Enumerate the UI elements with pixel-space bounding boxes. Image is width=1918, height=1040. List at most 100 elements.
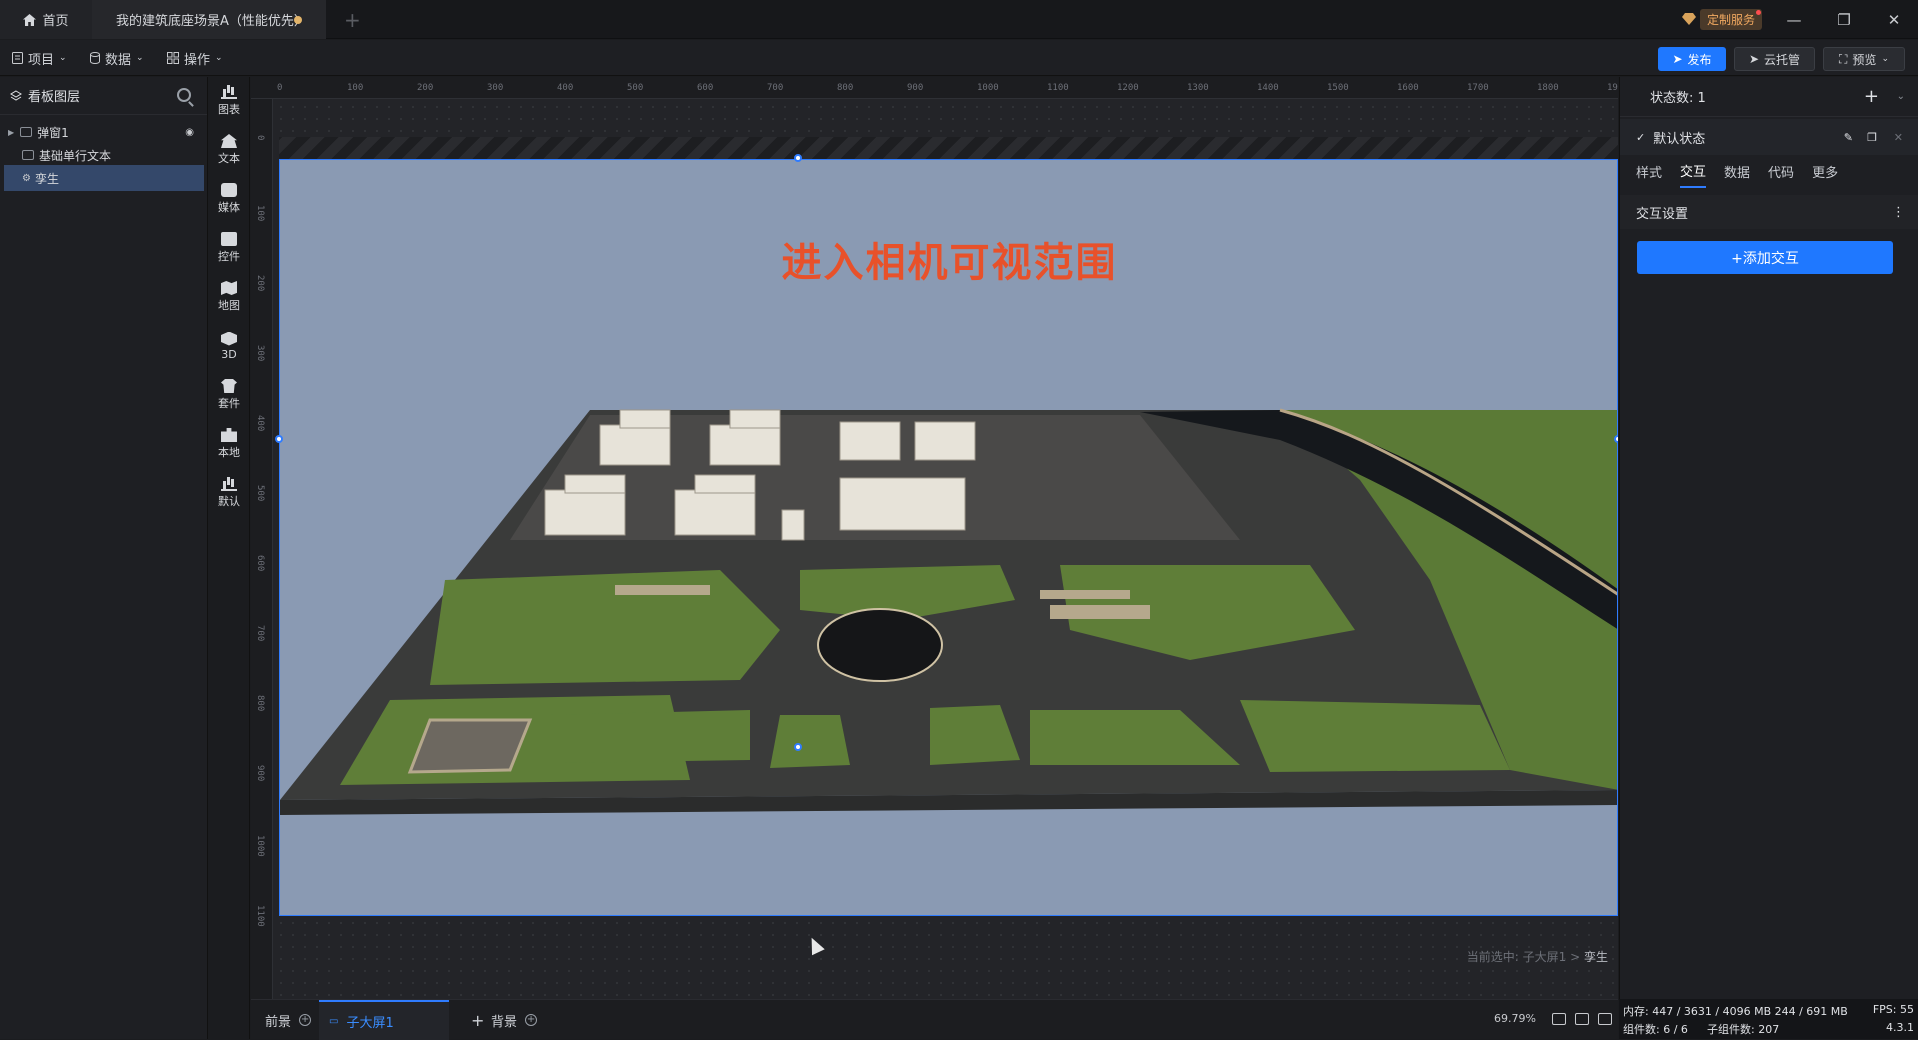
unsaved-dot-icon	[294, 16, 302, 24]
ruler-tick-label: 0	[255, 135, 265, 141]
publish-button[interactable]: ➤ 发布	[1658, 47, 1726, 71]
version-label: 4.3.1	[1886, 1021, 1914, 1034]
component-text-label: 文本	[218, 152, 240, 165]
toolbar: 项目 ⌄ 数据 ⌄ 操作 ⌄ ➤ 发布 ➤ 云托管 ⛶ 预览 ⌄	[0, 40, 1918, 76]
stage-canvas[interactable]: 进入相机可视范围	[279, 159, 1618, 916]
eye-icon[interactable]: ◉	[185, 127, 194, 138]
stage-title-text[interactable]: 进入相机可视范围	[280, 230, 1617, 288]
close-icon[interactable]: ✕	[1872, 0, 1916, 39]
ruler-tick-label: 100	[255, 205, 265, 222]
add-screen-plus-icon[interactable]: +	[471, 1000, 484, 1040]
menu-data[interactable]: 数据 ⌄	[90, 40, 144, 76]
tab-code[interactable]: 代码	[1768, 162, 1794, 187]
layer-label: 孪生	[34, 171, 59, 186]
component-kit-button[interactable]: 套件	[208, 371, 250, 419]
menu-project[interactable]: 项目 ⌄	[12, 40, 67, 76]
title-bar: 首页 我的建筑底座场景A（性能优先） + 定制服务 — ❐ ✕	[0, 0, 1918, 39]
tab-background[interactable]: 背景 +	[491, 1000, 538, 1040]
edit-icon[interactable]: ✎	[1844, 131, 1853, 144]
add-interaction-button[interactable]: +添加交互	[1637, 241, 1893, 274]
menu-operate-label: 操作	[184, 52, 211, 68]
ruler-tick-label: 1500	[1327, 83, 1349, 93]
component-text-button[interactable]: 文本	[208, 126, 250, 174]
ruler-vertical[interactable]: 0 100 200 300 400 500 600 700 800 900 1000 1100	[251, 99, 273, 999]
copy-icon[interactable]: ❐	[1867, 131, 1877, 144]
custom-service-button[interactable]: 定制服务	[1682, 8, 1763, 30]
component-control-button[interactable]: 控件	[208, 224, 250, 272]
resize-handle-bottom[interactable]	[794, 743, 802, 751]
ruler-tick-label: 1400	[1257, 83, 1279, 93]
canvas-area[interactable]: 0 100 200 300 400 500 600 700 800 900 1000 1100 1200…	[251, 77, 1618, 999]
add-circle-icon[interactable]: +	[299, 1014, 312, 1026]
menu-data-label: 数据	[105, 52, 132, 68]
chevron-down-icon[interactable]: ⌄	[1897, 91, 1905, 102]
more-vertical-icon[interactable]: ⋮	[1892, 205, 1905, 220]
database-icon	[90, 52, 100, 64]
fullscreen-icon: ⛶	[1839, 51, 1848, 66]
preview-button[interactable]: ⛶ 预览 ⌄	[1823, 47, 1905, 71]
fit-screen-icon[interactable]	[1552, 1013, 1566, 1025]
keyboard-icon[interactable]	[1575, 1013, 1589, 1025]
new-tab-plus-icon[interactable]: +	[344, 0, 361, 39]
twin-icon: ⚙	[22, 172, 31, 184]
ruler-horizontal[interactable]: 0 100 200 300 400 500 600 700 800 900 1000 1100 1200…	[251, 77, 1618, 99]
layer-label: 弹窗1	[37, 125, 69, 140]
ruler-tick-label: 600	[697, 83, 714, 93]
kit-icon	[221, 379, 237, 393]
tab-data[interactable]: 数据	[1724, 162, 1750, 187]
layer-tabs-bar: 前景 + ▭ 子大屏1 + 背景 + 69.79%	[251, 999, 1618, 1040]
properties-panel: 状态数: 1 + ⌄ ✓ 默认状态 ✎ ❐ ✕ 样式 交互 数据 代码 更多 交…	[1619, 77, 1918, 999]
publish-label: 发布	[1687, 52, 1712, 67]
default-chart-icon	[221, 477, 237, 491]
tab-style[interactable]: 样式	[1636, 162, 1662, 187]
check-icon: ✓	[1636, 130, 1646, 144]
add-state-plus-icon[interactable]: +	[1864, 86, 1879, 107]
gem-icon	[1682, 13, 1696, 25]
ruler-tick-label: 1000	[255, 835, 265, 857]
ruler-tick-label: 200	[417, 83, 434, 93]
minimize-icon[interactable]: —	[1772, 0, 1816, 39]
cloud-host-button[interactable]: ➤ 云托管	[1734, 47, 1815, 71]
cloud-host-label: 云托管	[1764, 52, 1801, 67]
send-icon: ➤	[1672, 52, 1683, 66]
layers-icon	[10, 89, 22, 101]
resize-handle-right[interactable]	[1614, 435, 1618, 443]
caret-right-icon[interactable]: ▶	[8, 128, 14, 137]
component-map-button[interactable]: 地图	[208, 273, 250, 321]
ruler-tick-label: 900	[255, 765, 265, 782]
component-default-button[interactable]: 默认	[208, 469, 250, 517]
add-interaction-label: +添加交互	[1731, 250, 1799, 267]
ruler-tick-label: 600	[255, 555, 265, 572]
ruler-tick-label: 800	[837, 83, 854, 93]
component-chart-button[interactable]: 图表	[208, 77, 250, 125]
layer-item-twin[interactable]: ⚙ 孪生	[4, 165, 204, 191]
send-icon: ➤	[1748, 52, 1760, 66]
menu-operate[interactable]: 操作 ⌄	[167, 40, 223, 76]
tab-foreground[interactable]: 前景 +	[265, 1000, 312, 1040]
text-icon	[221, 134, 237, 148]
default-state-row[interactable]: ✓ 默认状态 ✎ ❐ ✕	[1620, 119, 1918, 155]
tab-sub-screen[interactable]: ▭ 子大屏1	[319, 1000, 449, 1040]
state-count: 状态数: 1	[1650, 91, 1706, 106]
layers-header: 看板图层	[0, 77, 207, 115]
component-chart-label: 图表	[218, 103, 240, 116]
component-3d-button[interactable]: 3D	[208, 322, 250, 370]
layer-label: 基础单行文本	[39, 148, 112, 163]
tab-interaction[interactable]: 交互	[1680, 161, 1707, 188]
tab-project[interactable]: 我的建筑底座场景A（性能优先）	[92, 0, 326, 39]
tab-home[interactable]: 首页	[0, 0, 92, 39]
restore-icon[interactable]: ❐	[1822, 0, 1866, 39]
search-icon[interactable]	[177, 88, 191, 102]
component-local-button[interactable]: 本地	[208, 420, 250, 468]
zoom-level[interactable]: 69.79%	[1494, 1012, 1536, 1025]
tab-more[interactable]: 更多	[1812, 162, 1838, 187]
component-count: 组件数: 6 / 6	[1623, 1023, 1688, 1036]
component-media-button[interactable]: 媒体	[208, 175, 250, 223]
resize-handle-top[interactable]	[794, 154, 802, 162]
resize-handle-left[interactable]	[275, 435, 283, 443]
terminal-icon[interactable]	[1598, 1013, 1612, 1025]
ruler-tick-label: 1100	[1047, 83, 1069, 93]
add-circle-icon[interactable]: +	[525, 1014, 538, 1026]
close-icon[interactable]: ✕	[1894, 131, 1903, 144]
tab-foreground-label: 前景	[265, 1014, 292, 1030]
